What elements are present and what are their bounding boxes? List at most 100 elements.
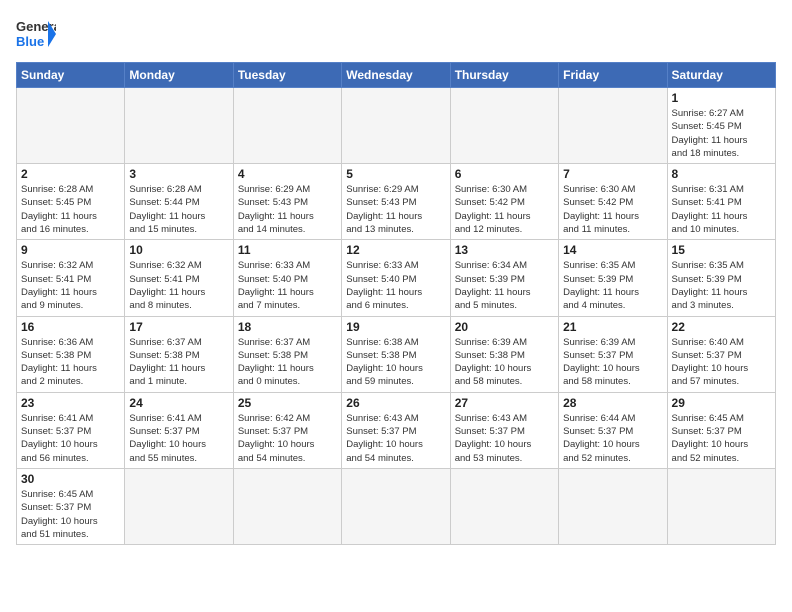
day-number: 29 <box>672 396 771 410</box>
week-row-5: 23 Sunrise: 6:41 AM Sunset: 5:37 PM Dayli… <box>17 392 776 468</box>
day-info: Sunrise: 6:37 AM Sunset: 5:38 PM Dayligh… <box>238 336 337 389</box>
day-number: 22 <box>672 320 771 334</box>
calendar-cell: 21 Sunrise: 6:39 AM Sunset: 5:37 PM Dayli… <box>559 316 667 392</box>
day-info: Sunrise: 6:35 AM Sunset: 5:39 PM Dayligh… <box>563 259 662 312</box>
day-number: 26 <box>346 396 445 410</box>
calendar-cell: 16 Sunrise: 6:36 AM Sunset: 5:38 PM Dayli… <box>17 316 125 392</box>
day-info: Sunrise: 6:29 AM Sunset: 5:43 PM Dayligh… <box>346 183 445 236</box>
day-info: Sunrise: 6:31 AM Sunset: 5:41 PM Dayligh… <box>672 183 771 236</box>
day-number: 5 <box>346 167 445 181</box>
day-info: Sunrise: 6:36 AM Sunset: 5:38 PM Dayligh… <box>21 336 120 389</box>
weekday-header-tuesday: Tuesday <box>233 63 341 88</box>
calendar-cell: 1 Sunrise: 6:27 AM Sunset: 5:45 PM Daylig… <box>667 88 775 164</box>
day-number: 9 <box>21 243 120 257</box>
day-number: 21 <box>563 320 662 334</box>
day-info: Sunrise: 6:33 AM Sunset: 5:40 PM Dayligh… <box>238 259 337 312</box>
day-number: 15 <box>672 243 771 257</box>
day-number: 14 <box>563 243 662 257</box>
calendar: SundayMondayTuesdayWednesdayThursdayFrid… <box>16 62 776 545</box>
day-number: 18 <box>238 320 337 334</box>
week-row-6: 30 Sunrise: 6:45 AM Sunset: 5:37 PM Dayli… <box>17 468 776 544</box>
day-number: 23 <box>21 396 120 410</box>
day-info: Sunrise: 6:45 AM Sunset: 5:37 PM Dayligh… <box>672 412 771 465</box>
day-number: 11 <box>238 243 337 257</box>
weekday-header-saturday: Saturday <box>667 63 775 88</box>
day-number: 19 <box>346 320 445 334</box>
week-row-1: 1 Sunrise: 6:27 AM Sunset: 5:45 PM Daylig… <box>17 88 776 164</box>
day-info: Sunrise: 6:29 AM Sunset: 5:43 PM Dayligh… <box>238 183 337 236</box>
day-info: Sunrise: 6:38 AM Sunset: 5:38 PM Dayligh… <box>346 336 445 389</box>
day-number: 28 <box>563 396 662 410</box>
day-info: Sunrise: 6:32 AM Sunset: 5:41 PM Dayligh… <box>129 259 228 312</box>
day-info: Sunrise: 6:39 AM Sunset: 5:38 PM Dayligh… <box>455 336 554 389</box>
calendar-cell <box>233 468 341 544</box>
day-info: Sunrise: 6:28 AM Sunset: 5:44 PM Dayligh… <box>129 183 228 236</box>
calendar-cell: 28Sunrise: 6:44 AM Sunset: 5:37 PM Dayli… <box>559 392 667 468</box>
calendar-cell: 20Sunrise: 6:39 AM Sunset: 5:38 PM Dayli… <box>450 316 558 392</box>
day-number: 2 <box>21 167 120 181</box>
calendar-cell: 5 Sunrise: 6:29 AM Sunset: 5:43 PM Daylig… <box>342 164 450 240</box>
calendar-cell: 18 Sunrise: 6:37 AM Sunset: 5:38 PM Dayli… <box>233 316 341 392</box>
calendar-cell: 11 Sunrise: 6:33 AM Sunset: 5:40 PM Dayli… <box>233 240 341 316</box>
day-info: Sunrise: 6:33 AM Sunset: 5:40 PM Dayligh… <box>346 259 445 312</box>
day-info: Sunrise: 6:30 AM Sunset: 5:42 PM Dayligh… <box>563 183 662 236</box>
calendar-cell: 29 Sunrise: 6:45 AM Sunset: 5:37 PM Dayli… <box>667 392 775 468</box>
svg-text:Blue: Blue <box>16 34 44 49</box>
calendar-cell: 2 Sunrise: 6:28 AM Sunset: 5:45 PM Daylig… <box>17 164 125 240</box>
weekday-header-row: SundayMondayTuesdayWednesdayThursdayFrid… <box>17 63 776 88</box>
calendar-cell: 22Sunrise: 6:40 AM Sunset: 5:37 PM Dayli… <box>667 316 775 392</box>
calendar-cell: 3 Sunrise: 6:28 AM Sunset: 5:44 PM Daylig… <box>125 164 233 240</box>
calendar-cell: 14 Sunrise: 6:35 AM Sunset: 5:39 PM Dayli… <box>559 240 667 316</box>
day-number: 4 <box>238 167 337 181</box>
calendar-cell: 17 Sunrise: 6:37 AM Sunset: 5:38 PM Dayli… <box>125 316 233 392</box>
calendar-cell <box>342 88 450 164</box>
calendar-cell: 27Sunrise: 6:43 AM Sunset: 5:37 PM Dayli… <box>450 392 558 468</box>
day-info: Sunrise: 6:34 AM Sunset: 5:39 PM Dayligh… <box>455 259 554 312</box>
calendar-cell: 23 Sunrise: 6:41 AM Sunset: 5:37 PM Dayli… <box>17 392 125 468</box>
day-number: 30 <box>21 472 120 486</box>
calendar-cell <box>450 468 558 544</box>
weekday-header-sunday: Sunday <box>17 63 125 88</box>
day-number: 10 <box>129 243 228 257</box>
calendar-cell <box>17 88 125 164</box>
week-row-4: 16 Sunrise: 6:36 AM Sunset: 5:38 PM Dayli… <box>17 316 776 392</box>
calendar-cell <box>342 468 450 544</box>
day-info: Sunrise: 6:30 AM Sunset: 5:42 PM Dayligh… <box>455 183 554 236</box>
calendar-cell <box>125 468 233 544</box>
day-number: 16 <box>21 320 120 334</box>
day-number: 1 <box>672 91 771 105</box>
calendar-cell: 26 Sunrise: 6:43 AM Sunset: 5:37 PM Dayli… <box>342 392 450 468</box>
day-info: Sunrise: 6:45 AM Sunset: 5:37 PM Dayligh… <box>21 488 120 541</box>
day-info: Sunrise: 6:35 AM Sunset: 5:39 PM Dayligh… <box>672 259 771 312</box>
calendar-cell <box>559 468 667 544</box>
day-info: Sunrise: 6:41 AM Sunset: 5:37 PM Dayligh… <box>21 412 120 465</box>
day-info: Sunrise: 6:41 AM Sunset: 5:37 PM Dayligh… <box>129 412 228 465</box>
day-number: 12 <box>346 243 445 257</box>
calendar-cell: 25Sunrise: 6:42 AM Sunset: 5:37 PM Dayli… <box>233 392 341 468</box>
calendar-cell: 9 Sunrise: 6:32 AM Sunset: 5:41 PM Daylig… <box>17 240 125 316</box>
week-row-2: 2 Sunrise: 6:28 AM Sunset: 5:45 PM Daylig… <box>17 164 776 240</box>
calendar-cell: 24 Sunrise: 6:41 AM Sunset: 5:37 PM Dayli… <box>125 392 233 468</box>
calendar-cell: 30 Sunrise: 6:45 AM Sunset: 5:37 PM Dayli… <box>17 468 125 544</box>
day-number: 24 <box>129 396 228 410</box>
day-info: Sunrise: 6:32 AM Sunset: 5:41 PM Dayligh… <box>21 259 120 312</box>
weekday-header-friday: Friday <box>559 63 667 88</box>
day-info: Sunrise: 6:39 AM Sunset: 5:37 PM Dayligh… <box>563 336 662 389</box>
calendar-cell <box>125 88 233 164</box>
calendar-cell: 15 Sunrise: 6:35 AM Sunset: 5:39 PM Dayli… <box>667 240 775 316</box>
week-row-3: 9 Sunrise: 6:32 AM Sunset: 5:41 PM Daylig… <box>17 240 776 316</box>
day-number: 7 <box>563 167 662 181</box>
day-info: Sunrise: 6:37 AM Sunset: 5:38 PM Dayligh… <box>129 336 228 389</box>
weekday-header-thursday: Thursday <box>450 63 558 88</box>
day-number: 17 <box>129 320 228 334</box>
day-info: Sunrise: 6:43 AM Sunset: 5:37 PM Dayligh… <box>455 412 554 465</box>
logo: General Blue <box>16 16 56 52</box>
calendar-cell: 19 Sunrise: 6:38 AM Sunset: 5:38 PM Dayli… <box>342 316 450 392</box>
day-info: Sunrise: 6:27 AM Sunset: 5:45 PM Dayligh… <box>672 107 771 160</box>
day-info: Sunrise: 6:42 AM Sunset: 5:37 PM Dayligh… <box>238 412 337 465</box>
day-number: 3 <box>129 167 228 181</box>
day-info: Sunrise: 6:43 AM Sunset: 5:37 PM Dayligh… <box>346 412 445 465</box>
header: General Blue <box>16 16 776 52</box>
day-info: Sunrise: 6:28 AM Sunset: 5:45 PM Dayligh… <box>21 183 120 236</box>
calendar-cell: 12 Sunrise: 6:33 AM Sunset: 5:40 PM Dayli… <box>342 240 450 316</box>
